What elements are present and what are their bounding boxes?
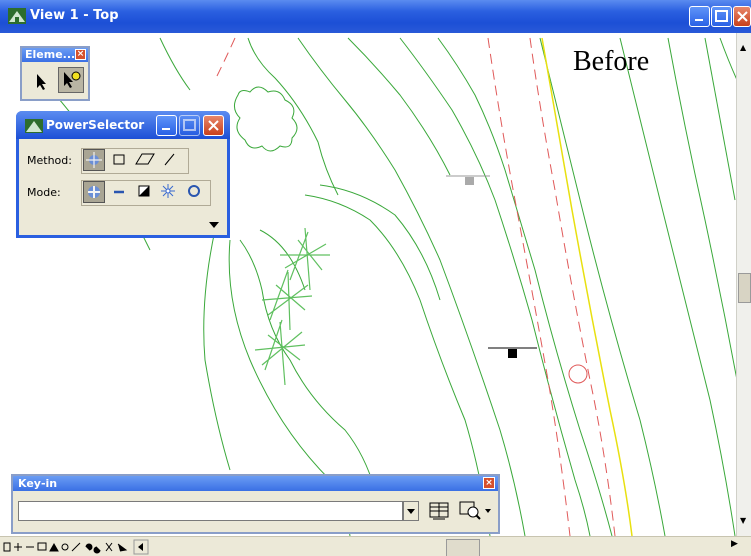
palette-title-bar[interactable]: Eleme... ×	[22, 48, 88, 62]
scroll-up-arrow[interactable]: ▲	[740, 43, 746, 52]
keyin-panel: Key-in ×	[11, 474, 500, 534]
contour-line	[399, 37, 591, 537]
contour-line	[319, 184, 441, 301]
yellow-line	[541, 37, 633, 537]
contour-line	[704, 37, 736, 201]
title-bar[interactable]: View 1 - Top	[0, 0, 751, 33]
invert-icon	[138, 185, 150, 197]
view-controls-bar: ▶	[0, 536, 751, 556]
close-button[interactable]	[733, 6, 751, 27]
mode-clear-button[interactable]	[184, 181, 206, 203]
window-title: View 1 - Top	[30, 8, 119, 23]
power-selector-dialog: PowerSelector Method: Mode:	[16, 111, 230, 238]
arrow-pointer-icon	[37, 74, 46, 90]
contour-line	[297, 37, 526, 537]
contour-line	[203, 229, 231, 471]
contour-line	[347, 37, 451, 176]
keyin-browser-icon	[429, 502, 449, 520]
power-selector-title-bar[interactable]: PowerSelector	[16, 111, 230, 139]
app-icon	[8, 8, 26, 28]
mode-subtract-button[interactable]	[109, 181, 131, 203]
contour-line	[667, 37, 738, 381]
method-line-button[interactable]	[160, 149, 182, 171]
mode-group	[81, 180, 211, 206]
mode-label: Mode:	[27, 186, 61, 199]
expand-arrow[interactable]	[208, 215, 220, 234]
element-selection-palette: Eleme... ×	[20, 46, 90, 101]
method-individual-button[interactable]	[83, 149, 105, 171]
sparkle-icon	[161, 184, 175, 198]
power-selector-icon	[64, 71, 81, 88]
power-selector-app-icon	[25, 118, 43, 137]
view-window: View 1 - Top Before ▲ ▼ ▶	[0, 0, 751, 556]
horizontal-scroll-thumb[interactable]	[446, 539, 480, 556]
contour-line	[239, 239, 376, 491]
tree-outline	[234, 86, 298, 152]
mode-add-button[interactable]	[83, 181, 105, 203]
minus-icon	[114, 190, 124, 194]
maximize-button[interactable]	[711, 6, 732, 27]
power-selector-title: PowerSelector	[46, 118, 145, 132]
method-group	[81, 148, 189, 174]
plus-icon	[88, 186, 100, 198]
power-selector-minimize-button[interactable]	[156, 115, 177, 136]
shrub-symbols	[254, 227, 330, 386]
contour-line	[539, 37, 666, 537]
contour-line	[719, 37, 738, 81]
mode-invert-button[interactable]	[134, 181, 156, 203]
power-selector-maximize-button[interactable]	[179, 115, 200, 136]
method-shape-button[interactable]	[134, 149, 156, 171]
cad-drawing	[39, 37, 738, 537]
method-block-button[interactable]	[109, 149, 131, 171]
scroll-right-arrow[interactable]: ▶	[731, 539, 738, 549]
scroll-down-arrow[interactable]: ▼	[740, 516, 746, 525]
power-selector-tool[interactable]	[58, 67, 84, 93]
black-marker	[488, 347, 537, 358]
scroll-thumb[interactable]	[738, 273, 751, 303]
shape-icon	[135, 153, 155, 165]
gray-marker	[446, 175, 490, 185]
before-label: Before	[573, 46, 650, 77]
keyin-close-button[interactable]: ×	[483, 477, 495, 489]
red-circle	[568, 364, 588, 384]
keyin-title-bar[interactable]: Key-in ×	[13, 476, 498, 491]
chevron-down-icon	[407, 509, 415, 514]
block-icon	[113, 154, 125, 165]
vertical-scrollbar[interactable]: ▲ ▼	[736, 33, 751, 536]
triangle-down-icon	[209, 222, 219, 228]
line-icon	[164, 153, 175, 166]
crosshair-icon	[86, 152, 102, 168]
magnifier-icon	[459, 501, 491, 520]
view-control-icons[interactable]	[2, 538, 202, 556]
palette-close-button[interactable]: ×	[75, 49, 86, 60]
drawing-canvas[interactable]: Before	[0, 33, 751, 537]
palette-title: Eleme...	[25, 48, 76, 61]
method-label: Method:	[27, 154, 72, 167]
contour-line	[619, 37, 736, 537]
minimize-button[interactable]	[689, 6, 710, 27]
keyin-browser-button[interactable]	[427, 498, 453, 524]
element-selection-tool[interactable]	[29, 69, 55, 95]
power-selector-close-button[interactable]	[203, 115, 224, 136]
contour-line	[159, 37, 191, 91]
keyin-title: Key-in	[18, 477, 58, 490]
keyin-find-button[interactable]	[458, 498, 494, 524]
circle-icon	[188, 185, 200, 197]
keyin-history-dropdown[interactable]	[403, 501, 419, 521]
keyin-input[interactable]	[18, 501, 403, 521]
mode-new-button[interactable]	[158, 181, 180, 203]
